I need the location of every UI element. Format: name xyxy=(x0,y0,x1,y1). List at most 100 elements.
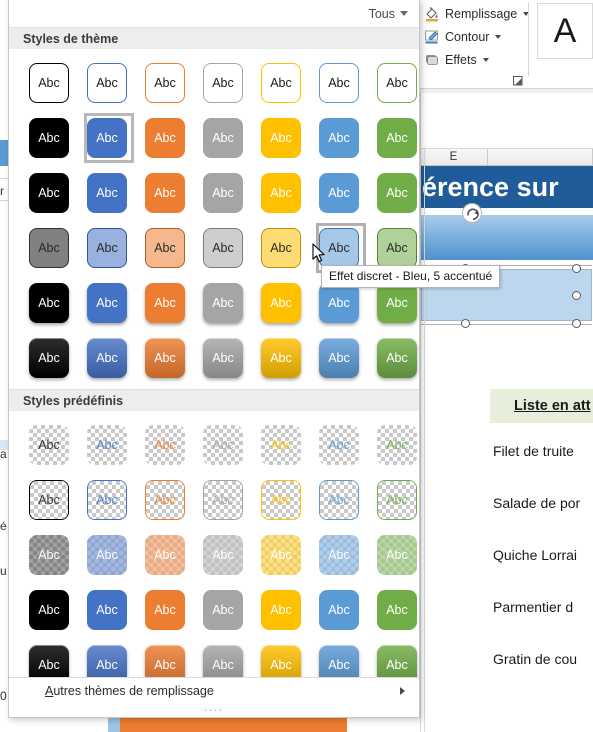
style-swatch[interactable]: Abc xyxy=(319,62,359,103)
style-cell[interactable]: Abc xyxy=(194,417,252,472)
style-swatch[interactable]: Abc xyxy=(261,172,301,213)
style-cell[interactable]: Abc xyxy=(252,527,310,582)
style-cell[interactable]: Abc xyxy=(136,582,194,637)
list-header-cell[interactable]: Liste en att xyxy=(490,389,593,423)
style-swatch[interactable]: Abc xyxy=(261,227,301,268)
style-swatch[interactable]: Abc xyxy=(377,479,417,520)
style-cell[interactable]: Abc xyxy=(368,110,426,165)
style-swatch[interactable]: Abc xyxy=(29,534,69,575)
style-swatch[interactable]: Abc xyxy=(377,117,417,158)
style-cell[interactable]: Abc xyxy=(20,165,78,220)
style-cell[interactable]: Abc xyxy=(136,527,194,582)
style-swatch[interactable]: Abc xyxy=(87,117,127,158)
style-cell[interactable]: Abc xyxy=(194,330,252,385)
style-swatch[interactable]: Abc xyxy=(261,534,301,575)
style-swatch[interactable]: Abc xyxy=(29,479,69,520)
style-cell[interactable]: Abc xyxy=(368,417,426,472)
style-swatch[interactable]: Abc xyxy=(319,424,359,465)
style-swatch[interactable]: Abc xyxy=(145,589,185,630)
column-header-e[interactable]: E xyxy=(420,149,488,166)
filter-all-button[interactable]: Tous xyxy=(369,7,408,21)
style-swatch[interactable]: Abc xyxy=(261,282,301,323)
bottom-blue-shape[interactable] xyxy=(108,718,120,732)
resize-handle-top-right[interactable] xyxy=(572,264,581,273)
style-swatch[interactable]: Abc xyxy=(145,479,185,520)
style-cell[interactable]: Abc xyxy=(136,472,194,527)
style-swatch[interactable]: Abc xyxy=(377,424,417,465)
style-cell[interactable]: Abc xyxy=(20,582,78,637)
style-swatch[interactable]: Abc xyxy=(319,589,359,630)
style-swatch[interactable]: Abc xyxy=(203,479,243,520)
style-swatch[interactable]: Abc xyxy=(377,337,417,378)
dialog-launcher-button[interactable] xyxy=(512,74,524,86)
column-header-next[interactable] xyxy=(488,149,593,166)
style-cell[interactable]: Abc xyxy=(252,417,310,472)
outline-button[interactable]: Contour xyxy=(424,26,502,48)
style-cell[interactable]: Abc xyxy=(78,472,136,527)
style-cell[interactable]: Abc xyxy=(194,472,252,527)
style-swatch[interactable]: Abc xyxy=(145,337,185,378)
style-cell[interactable]: Abc xyxy=(310,472,368,527)
style-cell[interactable]: Abc xyxy=(368,582,426,637)
list-item[interactable]: Filet de truite xyxy=(490,440,593,462)
style-cell[interactable]: Abc xyxy=(310,417,368,472)
style-cell[interactable]: Abc xyxy=(252,110,310,165)
style-cell[interactable]: Abc xyxy=(136,220,194,275)
style-cell[interactable]: Abc xyxy=(310,330,368,385)
style-cell[interactable]: Abc xyxy=(78,330,136,385)
style-swatch[interactable]: Abc xyxy=(261,62,301,103)
style-swatch[interactable]: Abc xyxy=(203,424,243,465)
style-cell[interactable]: Abc xyxy=(194,220,252,275)
style-cell[interactable]: Abc xyxy=(20,330,78,385)
title-banner[interactable]: érence sur xyxy=(420,166,593,208)
style-cell[interactable]: Abc xyxy=(252,55,310,110)
style-cell[interactable]: Abc xyxy=(194,110,252,165)
style-cell[interactable]: Abc xyxy=(252,472,310,527)
resize-handle-bottom-right[interactable] xyxy=(572,319,581,328)
style-cell[interactable]: Abc xyxy=(252,275,310,330)
style-swatch[interactable]: Abc xyxy=(261,424,301,465)
fill-button[interactable]: Remplissage xyxy=(424,3,530,25)
style-swatch[interactable]: Abc xyxy=(29,117,69,158)
list-item[interactable]: Salade de por xyxy=(490,492,593,514)
style-swatch[interactable]: Abc xyxy=(29,337,69,378)
style-swatch[interactable]: Abc xyxy=(145,117,185,158)
style-swatch[interactable]: Abc xyxy=(87,424,127,465)
style-swatch[interactable]: Abc xyxy=(203,337,243,378)
style-cell[interactable]: Abc xyxy=(20,527,78,582)
style-cell[interactable]: Abc xyxy=(252,330,310,385)
style-cell[interactable]: Abc xyxy=(310,527,368,582)
style-cell[interactable]: Abc xyxy=(20,275,78,330)
style-cell[interactable]: Abc xyxy=(194,582,252,637)
style-cell[interactable]: Abc xyxy=(252,220,310,275)
style-cell[interactable]: Abc xyxy=(78,55,136,110)
style-cell[interactable]: Abc xyxy=(136,417,194,472)
style-cell[interactable]: Abc xyxy=(310,55,368,110)
style-cell[interactable]: Abc xyxy=(78,527,136,582)
style-swatch[interactable]: Abc xyxy=(377,227,417,268)
style-cell[interactable]: Abc xyxy=(252,582,310,637)
style-swatch[interactable]: Abc xyxy=(87,479,127,520)
style-swatch[interactable]: Abc xyxy=(377,589,417,630)
style-swatch[interactable]: Abc xyxy=(203,172,243,213)
style-swatch[interactable]: Abc xyxy=(319,172,359,213)
style-cell[interactable]: Abc xyxy=(368,330,426,385)
rotate-handle[interactable] xyxy=(462,203,482,223)
style-swatch[interactable]: Abc xyxy=(319,479,359,520)
style-swatch[interactable]: Abc xyxy=(203,282,243,323)
style-swatch[interactable]: Abc xyxy=(203,589,243,630)
font-preview-box[interactable]: A xyxy=(537,3,593,59)
style-cell[interactable]: Abc xyxy=(78,582,136,637)
style-swatch[interactable]: Abc xyxy=(29,424,69,465)
style-cell[interactable]: Abc xyxy=(20,472,78,527)
style-cell[interactable]: Abc xyxy=(136,110,194,165)
style-swatch[interactable]: Abc xyxy=(203,534,243,575)
list-item[interactable]: Parmentier d xyxy=(490,596,593,618)
style-swatch[interactable]: Abc xyxy=(377,534,417,575)
list-item[interactable]: Quiche Lorrai xyxy=(490,544,593,566)
style-swatch[interactable]: Abc xyxy=(87,227,127,268)
style-swatch[interactable]: Abc xyxy=(261,479,301,520)
style-swatch[interactable]: Abc xyxy=(29,172,69,213)
style-cell[interactable]: Abc xyxy=(136,330,194,385)
style-swatch[interactable]: Abc xyxy=(319,282,359,323)
